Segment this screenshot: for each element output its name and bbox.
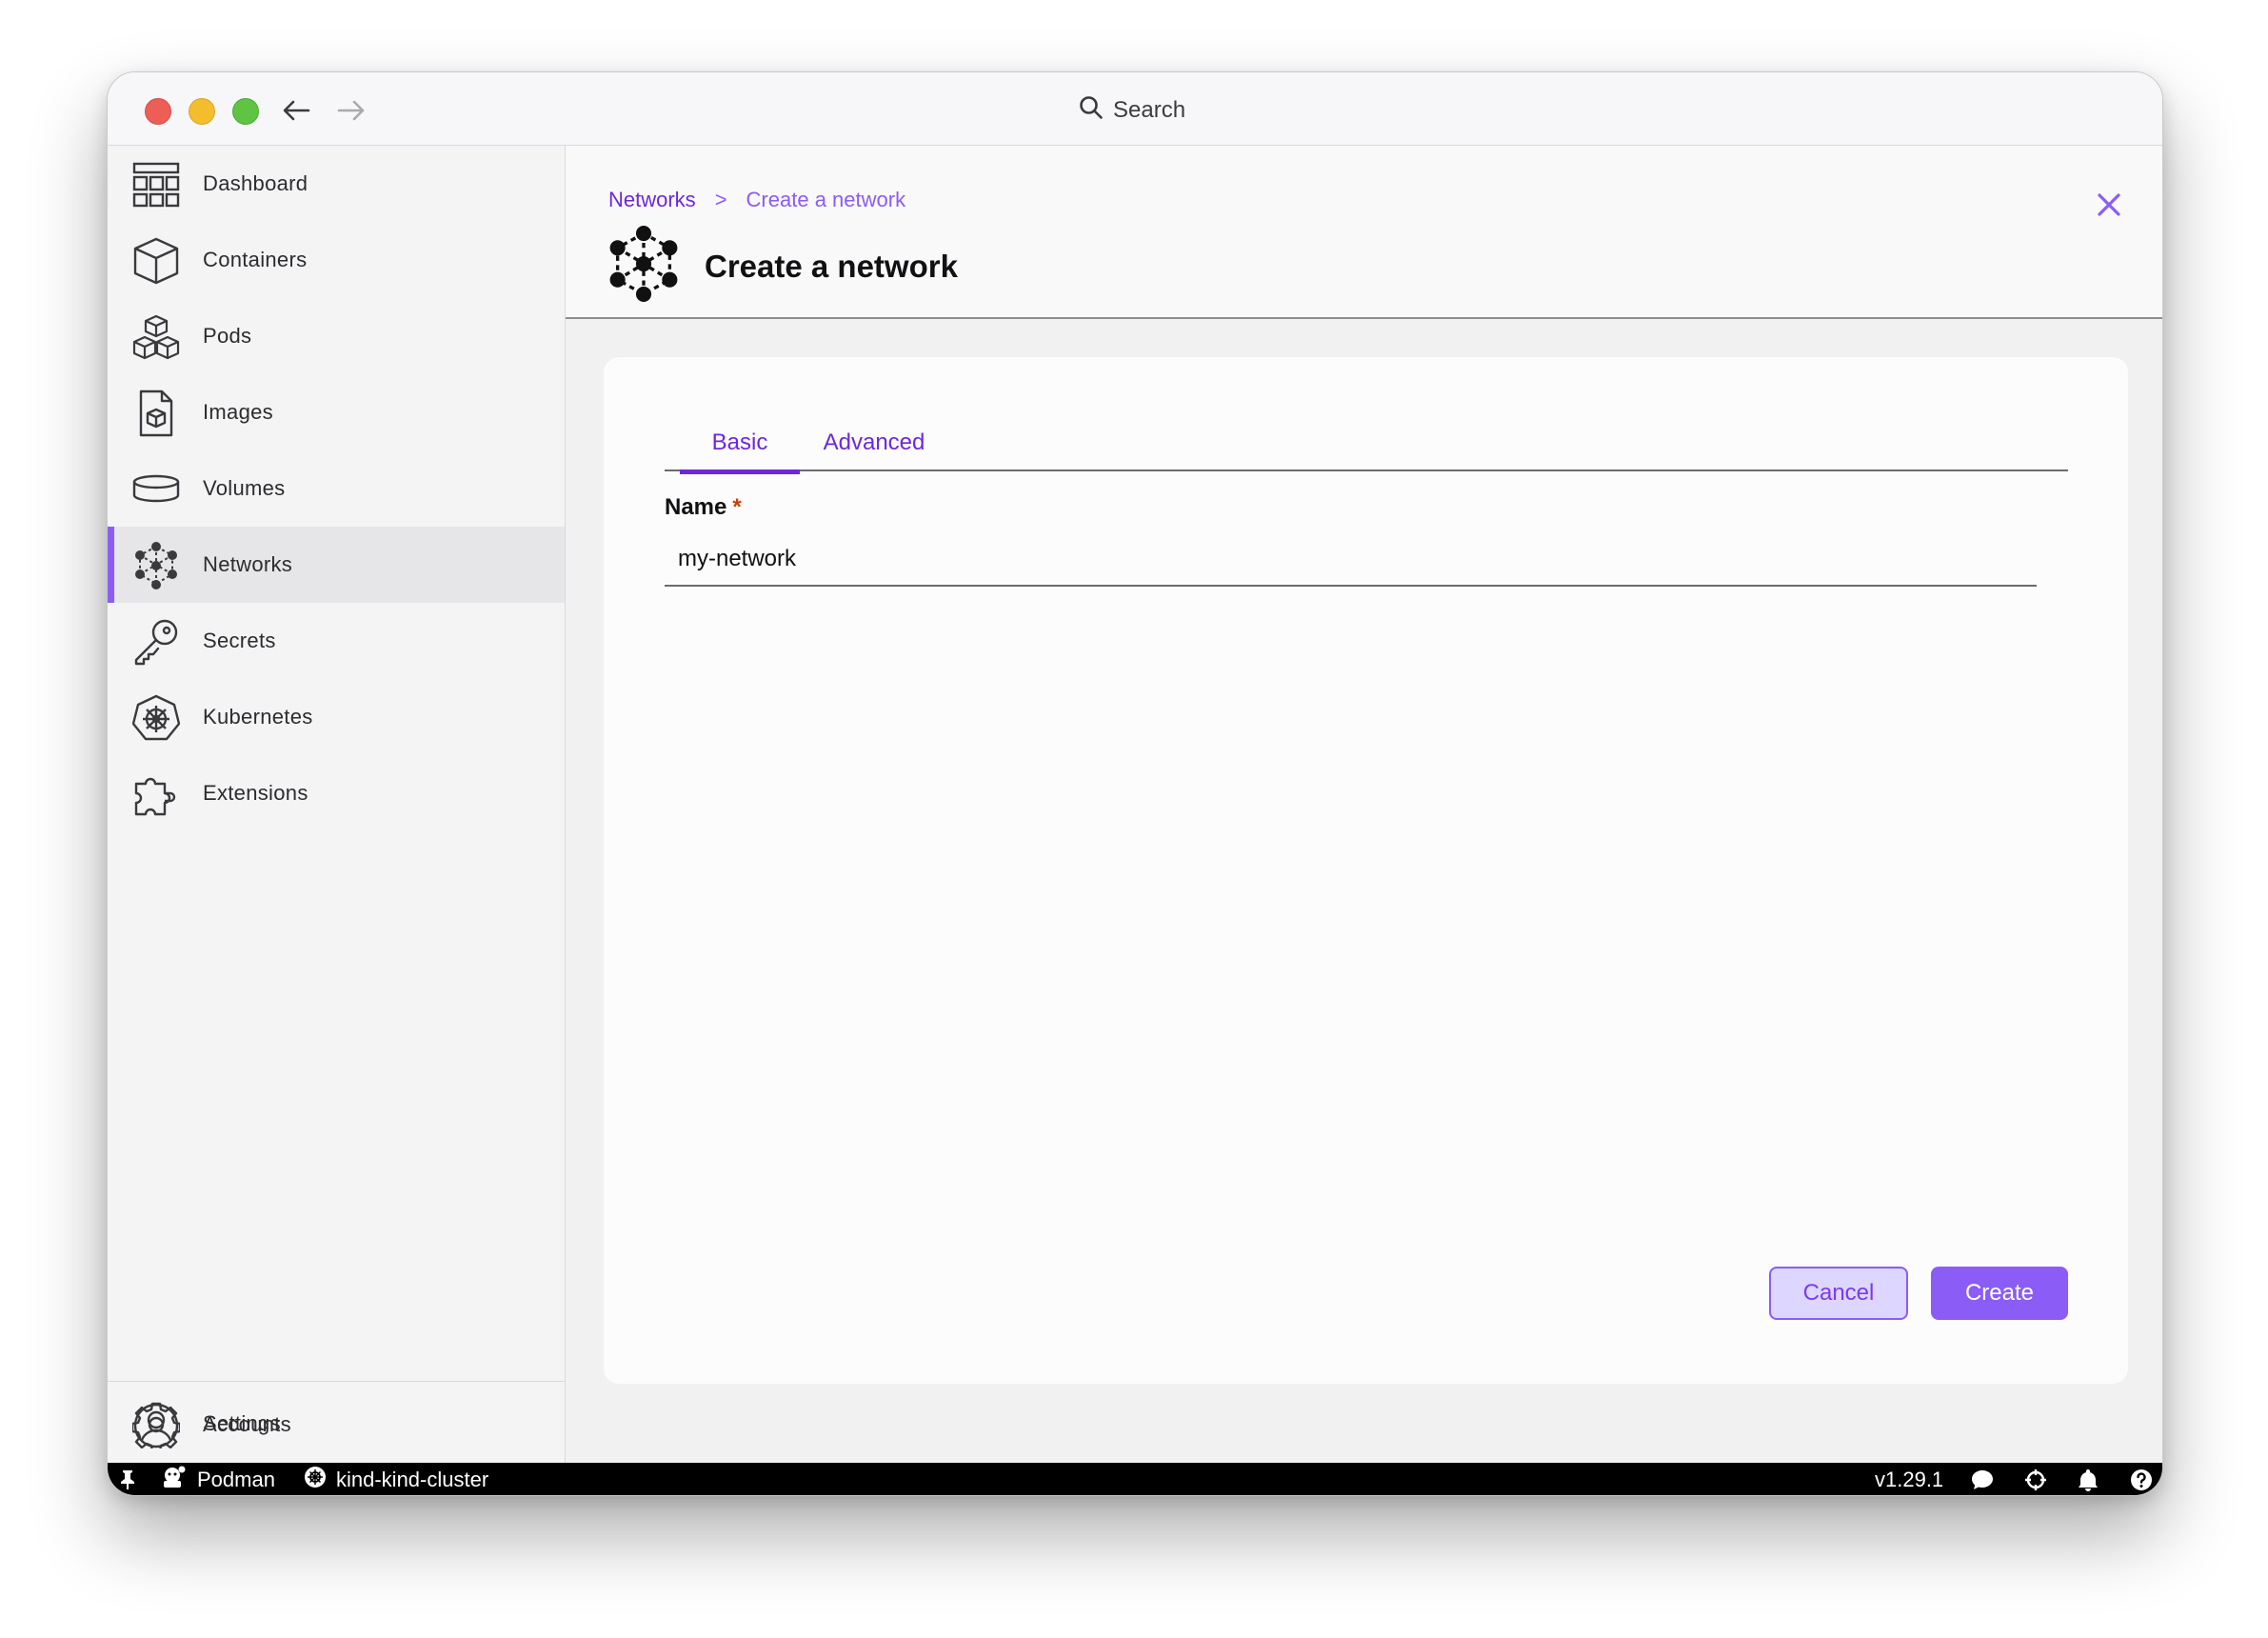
breadcrumb: Networks > Create a network [608,188,905,212]
search-bar[interactable]: Search [1079,91,1185,130]
sidebar-item-images[interactable]: Images [108,374,565,450]
network-icon [132,542,180,589]
page-title-group: Create a network [607,226,958,307]
pin-icon[interactable] [119,1463,136,1495]
sidebar-item-extensions[interactable]: Extensions [108,755,565,831]
image-icon [132,390,180,437]
create-button[interactable]: Create [1931,1267,2068,1320]
breadcrumb-separator: > [714,188,727,211]
status-bar: Podman kind-kind-cluster v1.29.1 [108,1463,2162,1495]
sidebar-divider [108,1381,565,1382]
sidebar-item-label: Kubernetes [203,705,313,729]
name-label-text: Name [665,494,727,520]
breadcrumb-current: Create a network [746,188,906,211]
main-content: Networks > Create a network Create a net… [566,146,2162,1463]
maximize-window-button[interactable] [232,98,259,125]
title-bar: Search [108,72,2162,146]
crosshair-icon[interactable] [2024,1463,2047,1495]
minimize-window-button[interactable] [189,98,215,125]
sidebar-item-label: Networks [203,552,293,576]
search-label: Search [1113,97,1186,123]
puzzle-icon [132,770,180,818]
cancel-button[interactable]: Cancel [1769,1267,1908,1320]
sidebar-item-kubernetes[interactable]: Kubernetes [108,679,565,755]
dashboard-icon [132,161,180,209]
back-arrow-icon[interactable] [277,91,315,130]
container-icon [132,237,180,285]
sidebar-item-label: Settings [203,1411,281,1435]
bell-icon[interactable] [2078,1463,2099,1495]
close-icon[interactable] [2092,188,2126,222]
page-header: Networks > Create a network Create a net… [566,146,2162,319]
tab-basic[interactable]: Basic [680,414,800,474]
sidebar-item-volumes[interactable]: Volumes [108,450,565,527]
network-icon [607,226,680,307]
podman-icon [161,1466,188,1494]
context-label: kind-kind-cluster [336,1468,489,1491]
sidebar: Dashboard Containers Pods Images Volumes [108,146,566,1463]
podman-label: Podman [197,1468,275,1491]
key-icon [132,618,180,666]
help-icon[interactable] [2130,1463,2153,1495]
podman-status[interactable]: Podman [161,1463,275,1495]
form-card: Basic Advanced Name* Cancel Create [604,357,2128,1384]
kubernetes-icon [132,694,180,742]
sidebar-item-label: Volumes [203,476,286,500]
sidebar-item-dashboard[interactable]: Dashboard [108,146,565,222]
pods-icon [132,313,180,361]
tab-advanced[interactable]: Advanced [817,414,931,471]
kubernetes-icon [304,1466,327,1494]
chat-icon[interactable] [1971,1463,1994,1495]
version-label[interactable]: v1.29.1 [1875,1463,1943,1495]
sidebar-item-label: Pods [203,324,252,348]
sidebar-item-containers[interactable]: Containers [108,222,565,298]
sidebar-item-networks[interactable]: Networks [108,527,565,603]
sidebar-item-secrets[interactable]: Secrets [108,603,565,679]
forward-arrow-icon[interactable] [332,91,370,130]
sidebar-item-label: Containers [203,248,308,271]
app-window: Search Dashboard Containers Pods Images … [107,71,2163,1496]
breadcrumb-networks-link[interactable]: Networks [608,188,696,212]
name-input[interactable] [665,533,2037,587]
sidebar-item-label: Secrets [203,629,276,652]
kubernetes-context[interactable]: kind-kind-cluster [304,1463,489,1495]
sidebar-item-pods[interactable]: Pods [108,298,565,374]
search-icon [1079,95,1104,127]
sidebar-item-label: Extensions [203,781,308,805]
close-window-button[interactable] [145,98,171,125]
page-title: Create a network [705,248,958,284]
required-marker: * [732,494,742,520]
sidebar-item-label: Images [203,400,273,424]
gear-icon [132,1401,180,1448]
volume-icon [132,466,180,513]
sidebar-item-settings[interactable]: Settings [108,1386,565,1462]
sidebar-item-label: Dashboard [203,171,308,195]
tab-bar: Basic Advanced [665,414,2068,474]
name-field-label: Name * [665,494,742,521]
